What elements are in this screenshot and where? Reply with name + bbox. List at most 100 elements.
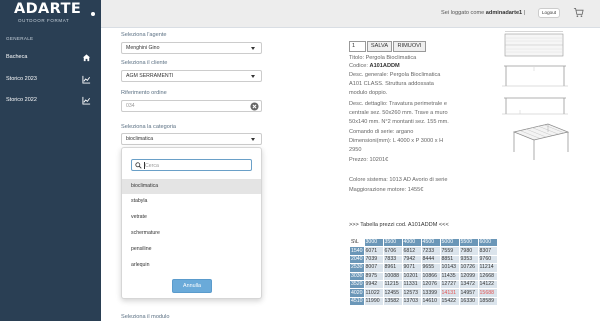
dropdown-option-label: schermature xyxy=(131,230,160,236)
table-cell: 6071 xyxy=(363,246,384,256)
table-cell: 8851 xyxy=(439,254,460,265)
dropdown-option[interactable]: pensiline xyxy=(122,242,261,257)
table-cell: 14122 xyxy=(477,279,498,290)
price-table: S\L 3000 3500 4000 4500 5000 5500 6000 1… xyxy=(349,237,498,307)
drawing-front-view xyxy=(502,97,568,115)
table-cell: 7233 xyxy=(420,246,441,256)
table-row: 4510 11990 13582 13703 14610 15422 16330… xyxy=(349,296,498,307)
table-cell: 6812 xyxy=(401,246,422,256)
table-cell: 11022 xyxy=(363,288,384,298)
product-code-value: A101ADDM xyxy=(369,63,400,69)
table-cell: 12455 xyxy=(382,288,403,298)
table-cell: 7942 xyxy=(401,254,422,265)
table-cell: 11435 xyxy=(439,271,460,281)
dropdown-option[interactable]: arlequin xyxy=(122,258,261,273)
dropdown-option-label: stabyla xyxy=(131,198,148,204)
table-cell: 9353 xyxy=(458,254,479,265)
product-price: Prezzo: 10201€ xyxy=(349,157,389,163)
order-ref-input[interactable]: 034 xyxy=(121,100,262,112)
table-cell: 10201 xyxy=(401,271,422,281)
table-cell-highlighted: 15688 xyxy=(477,288,498,298)
table-row: 4020 11022 12455 12573 13399 14131 14957… xyxy=(349,288,498,298)
dropdown-option[interactable]: stabyla xyxy=(122,194,261,209)
table-corner-cell: S\L xyxy=(349,237,365,248)
table-row: 2040 7039 7833 7942 8444 8851 9353 9760 xyxy=(349,254,498,265)
product-color: Colore sistema: 1013 AD Avorio di serie xyxy=(349,177,448,183)
sidebar: ADARTE OUTDOOR FORMAT GENERALE Bacheca S… xyxy=(0,0,101,321)
clear-icon[interactable] xyxy=(250,102,259,111)
drawing-perspective-view xyxy=(512,123,570,160)
sidebar-heading: GENERALE xyxy=(6,36,34,41)
brand-logo[interactable]: ADARTE OUTDOOR FORMAT xyxy=(0,0,101,28)
category-select[interactable]: bioclimatica xyxy=(121,133,262,145)
table-cell: 11990 xyxy=(363,296,384,307)
welcome-text: Sei loggato come adminadarte1 | xyxy=(441,10,525,16)
table-cell: 8307 xyxy=(477,246,498,256)
category-dropdown: bioclimatica stabyla vetrate schermature… xyxy=(121,147,262,299)
product-desc-line: modulo doppio. xyxy=(349,90,388,96)
table-row: 3520 9942 11215 11331 12076 12727 13472 … xyxy=(349,279,498,290)
product-dimensions: Dimensioni(mm): L 4000 x P 3000 x H xyxy=(349,138,444,144)
table-cell: 14957 xyxy=(458,288,479,298)
sidebar-item-storico-2022[interactable]: Storico 2022 xyxy=(0,94,101,108)
remove-button[interactable]: RIMUOVI xyxy=(393,41,426,52)
sidebar-item-label: Bacheca xyxy=(6,54,28,60)
column-header: 4500 xyxy=(420,237,441,248)
product-desc-line: A101 CLASS. Struttura addossata xyxy=(349,81,434,87)
dropdown-option[interactable]: vetrate xyxy=(122,210,261,225)
logout-button[interactable]: Logout xyxy=(538,8,560,18)
table-cell: 7559 xyxy=(439,246,460,256)
row-header: 1540 xyxy=(349,246,365,256)
client-label: Seleziona il cliente xyxy=(121,60,168,66)
column-header: 3000 xyxy=(363,237,384,248)
table-cell: 8007 xyxy=(363,263,384,273)
table-cell: 7980 xyxy=(458,246,479,256)
product-desc-line: 50x140 mm. N°2 montanti sez. 155 mm. xyxy=(349,119,449,125)
dropdown-option[interactable]: schermature xyxy=(122,226,261,241)
row-header: 4020 xyxy=(349,288,365,298)
sidebar-item-bacheca[interactable]: Bacheca xyxy=(0,51,101,65)
brand-name: ADARTE xyxy=(14,1,82,17)
search-icon xyxy=(135,162,142,169)
client-select[interactable]: AGM SERRAMENTI xyxy=(121,70,262,82)
dropdown-option[interactable]: bioclimatica xyxy=(122,179,261,194)
table-row: 2530 8007 8961 9071 9655 10143 10726 112… xyxy=(349,263,498,273)
column-header: 3500 xyxy=(382,237,403,248)
table-row: 3030 8975 10088 10201 10866 11435 12099 … xyxy=(349,271,498,281)
save-button[interactable]: SALVA xyxy=(367,41,392,52)
row-header: 3520 xyxy=(349,279,365,290)
table-cell: 12076 xyxy=(420,279,441,290)
table-cell: 12668 xyxy=(477,271,498,281)
column-header: 5500 xyxy=(458,237,479,248)
client-select-value: AGM SERRAMENTI xyxy=(126,73,174,79)
table-cell: 14610 xyxy=(420,296,441,307)
dropdown-search[interactable] xyxy=(131,159,252,171)
sidebar-item-storico-2023[interactable]: Storico 2023 xyxy=(0,73,101,87)
table-cell: 11214 xyxy=(477,263,498,273)
quantity-input[interactable]: 1 xyxy=(349,41,366,52)
table-cell: 9942 xyxy=(363,279,384,290)
order-ref-value: 034 xyxy=(126,103,135,109)
order-ref-label: Riferimento ordine xyxy=(121,90,167,96)
table-row: 1540 6071 6706 6812 7233 7559 7980 8307 xyxy=(349,246,498,256)
table-cell: 16330 xyxy=(458,296,479,307)
cart-icon[interactable] xyxy=(573,7,584,18)
drawing-top-view xyxy=(504,31,564,57)
product-command: Comando di serie: argano xyxy=(349,129,414,135)
product-desc-line: centrale sez. 50x260 mm. Trave a muro xyxy=(349,110,448,116)
column-header: 6000 xyxy=(477,237,498,248)
table-cell: 12099 xyxy=(458,271,479,281)
welcome-prefix: Sei loggato come xyxy=(441,10,485,16)
row-header: 3030 xyxy=(349,271,365,281)
product-motor-surcharge: Maggiorazione motore: 1455€ xyxy=(349,187,424,193)
welcome-separator: | xyxy=(523,10,526,16)
cancel-button[interactable]: Annulla xyxy=(172,279,212,293)
table-cell: 9071 xyxy=(401,263,422,273)
dropdown-option-label: arlequin xyxy=(131,262,150,268)
table-cell: 10088 xyxy=(382,271,403,281)
table-cell: 7039 xyxy=(363,254,384,265)
dropdown-search-input[interactable] xyxy=(145,161,245,170)
product-code: Codice: A101ADDM xyxy=(349,63,400,69)
product-title: Titolo: Pergola Bioclimatica xyxy=(349,55,417,61)
agent-select[interactable]: Menghini Gino xyxy=(121,42,262,54)
